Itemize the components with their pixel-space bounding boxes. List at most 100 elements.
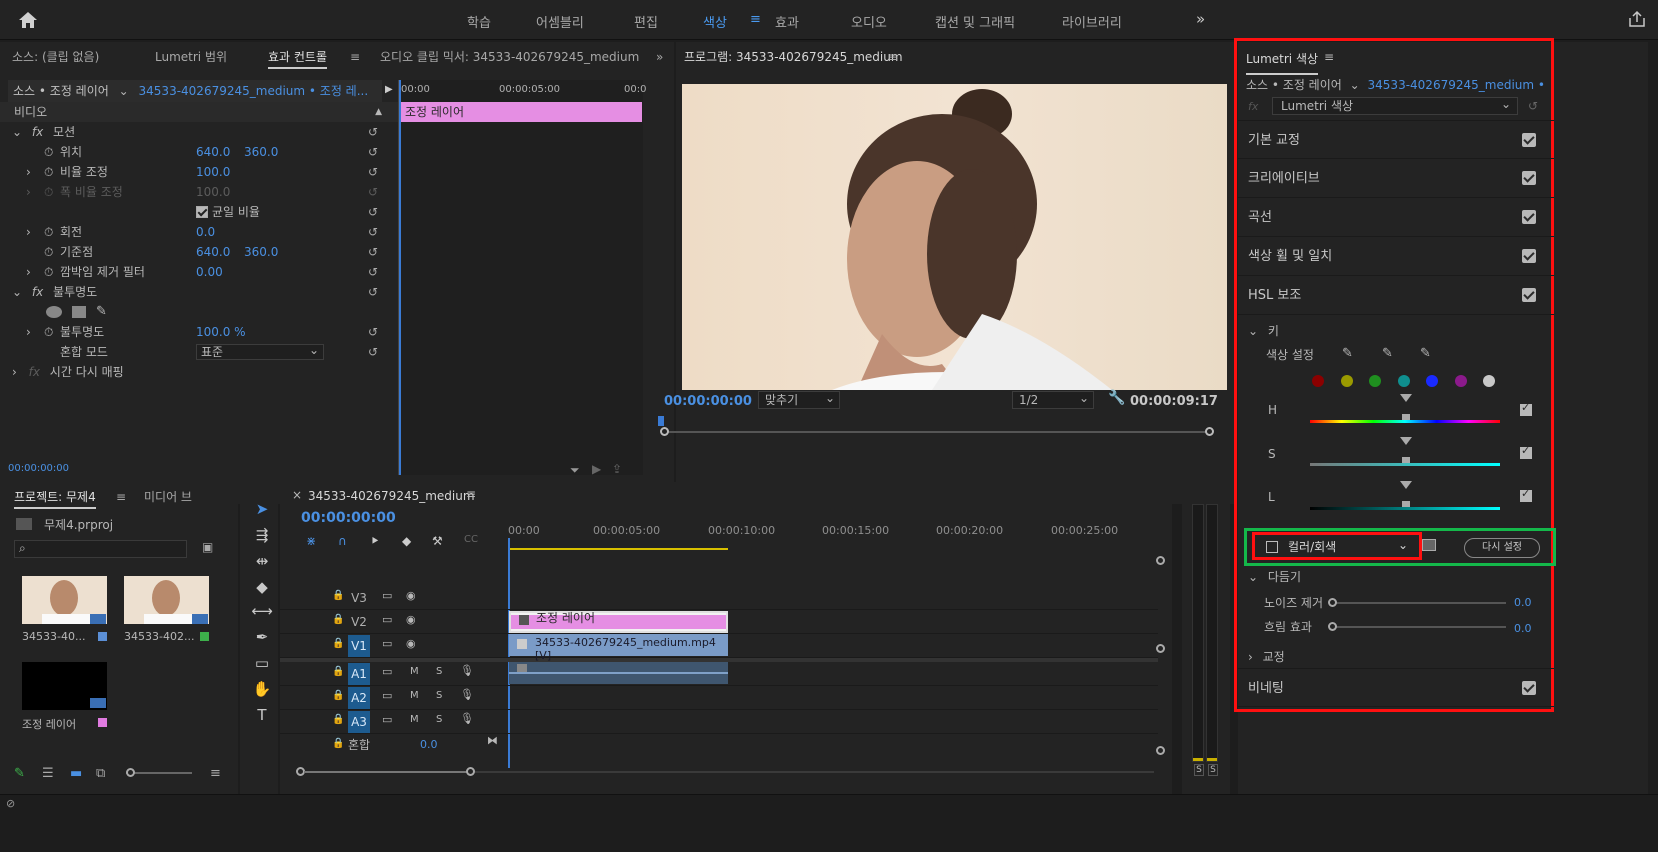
time-remap-row[interactable]: › fx 시간 다시 매핑 <box>0 362 398 382</box>
section-hsl-secondary[interactable]: HSL 보조 <box>1238 276 1554 315</box>
program-timecode[interactable]: 00:00:00:00 <box>664 394 752 409</box>
opacity-header-row[interactable]: ⌄ fx 불투명도 ↺ <box>0 282 398 302</box>
lock-icon[interactable]: 🔒 <box>332 638 344 649</box>
solo-toggle[interactable]: S <box>436 666 442 677</box>
eye-icon[interactable]: ◉ <box>406 589 416 602</box>
microphone-icon[interactable]: 🎙 <box>460 664 474 677</box>
tab-menu-icon[interactable]: ≡ <box>350 42 360 72</box>
section-enable-checkbox[interactable] <box>1522 171 1536 185</box>
reset-icon[interactable]: ↺ <box>366 225 380 239</box>
reset-icon[interactable]: ↺ <box>366 285 380 299</box>
lock-icon[interactable]: 🔒 <box>332 666 344 677</box>
ellipse-mask-icon[interactable] <box>46 306 62 318</box>
sequence-tab[interactable]: 34533-402679245_medium <box>308 489 475 503</box>
rectangle-mask-icon[interactable] <box>72 306 86 318</box>
reset-icon[interactable]: ↺ <box>366 265 380 279</box>
lumetri-title[interactable]: Lumetri 색상 <box>1246 50 1319 75</box>
scroll-end-handle[interactable] <box>466 767 475 776</box>
tab-media-browser[interactable]: 미디어 브 <box>144 482 192 512</box>
add-marker-icon[interactable]: ⯈ <box>370 534 380 549</box>
reset-icon[interactable]: ↺ <box>366 345 380 359</box>
workspace-tab-2[interactable]: 편집 <box>634 12 658 31</box>
workspace-menu-icon[interactable]: ≡ <box>750 12 761 27</box>
search-input[interactable]: ⌕ <box>14 540 187 558</box>
close-icon[interactable]: × <box>292 488 302 502</box>
lock-icon[interactable]: 🔒 <box>332 714 344 725</box>
lock-icon[interactable]: 🔒 <box>332 738 344 749</box>
linked-selection-icon[interactable]: ∩ <box>338 534 347 548</box>
list-view-icon[interactable]: ☰ <box>42 766 54 781</box>
key-header[interactable]: ⌄ 키 <box>1248 322 1279 339</box>
horizontal-scrollbar[interactable] <box>296 767 1154 776</box>
stopwatch-icon[interactable]: ⏱ <box>44 162 53 182</box>
tab-project[interactable]: 프로젝트: 무제4 <box>14 482 96 509</box>
saturation-slider[interactable] <box>1310 437 1500 466</box>
swatch-cyan[interactable] <box>1398 375 1410 387</box>
tabs-overflow-icon[interactable]: » <box>656 42 663 72</box>
eyedropper-add-icon[interactable]: ✎ <box>1382 346 1393 361</box>
hue-checkbox[interactable]: ✓ <box>1520 401 1532 416</box>
zoom-slider-handle[interactable] <box>126 768 135 777</box>
uniform-checkbox[interactable] <box>196 206 208 218</box>
source-selector[interactable]: 소스 • 조정 레이어 ⌄ 34533-402679245_medium • 조… <box>8 80 382 102</box>
reset-icon[interactable]: ↺ <box>366 145 380 159</box>
position-x[interactable]: 640.0 <box>196 142 230 162</box>
scroll-range[interactable] <box>304 771 472 773</box>
section-basic-correction[interactable]: 기본 교정 <box>1238 120 1554 159</box>
luminance-checkbox[interactable]: ✓ <box>1520 487 1532 502</box>
anchor-y[interactable]: 360.0 <box>244 242 278 262</box>
render-status-icon[interactable]: ⊘ <box>6 797 15 810</box>
section-enable-checkbox[interactable] <box>1522 133 1536 147</box>
chevron-right-icon[interactable]: › <box>26 262 31 282</box>
stopwatch-icon[interactable]: ⏱ <box>44 222 53 242</box>
mute-toggle[interactable]: M <box>410 690 419 701</box>
mute-toggle[interactable]: M <box>410 666 419 677</box>
work-area-bar[interactable] <box>509 548 728 550</box>
microphone-icon[interactable]: 🎙 <box>460 688 474 701</box>
luminance-handle-bottom[interactable] <box>1402 501 1410 507</box>
vertical-scroll-handle-top[interactable] <box>1156 556 1165 565</box>
denoise-handle[interactable] <box>1328 598 1337 607</box>
workspace-tab-5[interactable]: 오디오 <box>851 12 887 31</box>
mode-select[interactable]: 컬러/회색 ⌄ <box>1284 538 1412 556</box>
sync-lock-icon[interactable]: ▭ <box>382 613 392 626</box>
sync-lock-icon[interactable]: ▭ <box>382 689 392 702</box>
reset-icon[interactable]: ↺ <box>366 125 380 139</box>
timeline-timecode[interactable]: 00:00:00:00 <box>301 510 396 526</box>
marker-icon[interactable]: ◆ <box>402 534 411 548</box>
anchor-x[interactable]: 640.0 <box>196 242 230 262</box>
solo-right-button[interactable]: S <box>1208 764 1218 776</box>
tab-lumetri-scopes[interactable]: Lumetri 범위 <box>155 42 227 72</box>
denoise-value[interactable]: 0.0 <box>1514 596 1532 609</box>
hue-slider[interactable] <box>1310 394 1500 423</box>
sync-lock-icon[interactable]: ▭ <box>382 637 392 650</box>
lock-icon[interactable]: 🔒 <box>332 614 344 625</box>
workspace-tab-0[interactable]: 학습 <box>467 12 491 31</box>
chevron-right-icon[interactable]: › <box>26 222 31 242</box>
project-item-2[interactable]: 조정 레이어 <box>22 662 112 740</box>
project-menu-icon[interactable]: ≡ <box>210 766 221 781</box>
swatch-magenta[interactable] <box>1455 375 1467 387</box>
swatch-green[interactable] <box>1369 375 1381 387</box>
fx-icon[interactable]: fx <box>32 125 43 139</box>
antiflicker-value[interactable]: 0.00 <box>196 262 223 282</box>
chevron-down-icon[interactable]: ⌄ <box>12 125 22 139</box>
rectangle-tool-icon[interactable]: ▭ <box>250 652 274 674</box>
track-label-a3[interactable]: A3 <box>348 711 370 733</box>
go-to-end-icon[interactable]: ⧓ <box>487 734 498 747</box>
show-mask-checkbox[interactable] <box>1266 541 1278 553</box>
reset-icon[interactable]: ↺ <box>366 245 380 259</box>
hue-handle-bottom[interactable] <box>1402 414 1410 420</box>
share-icon[interactable] <box>1628 10 1646 28</box>
selection-tool-icon[interactable]: ➤ <box>250 498 274 520</box>
pen-mask-icon[interactable]: ✎ <box>96 302 107 322</box>
track-select-tool-icon[interactable]: ⇶ <box>250 524 274 546</box>
play-audio-icon[interactable]: ▶ <box>592 462 601 476</box>
scrubber-playhead[interactable] <box>658 416 664 426</box>
swatch-blue[interactable] <box>1426 375 1438 387</box>
tab-effect-controls[interactable]: 효과 컨트롤 <box>268 42 328 69</box>
wrench-icon[interactable]: 🔧 <box>1108 390 1125 406</box>
scrubber-end-handle[interactable] <box>1205 427 1214 436</box>
snap-icon[interactable]: ⋇ <box>306 534 316 548</box>
program-menu-icon[interactable]: ≡ <box>888 42 898 72</box>
